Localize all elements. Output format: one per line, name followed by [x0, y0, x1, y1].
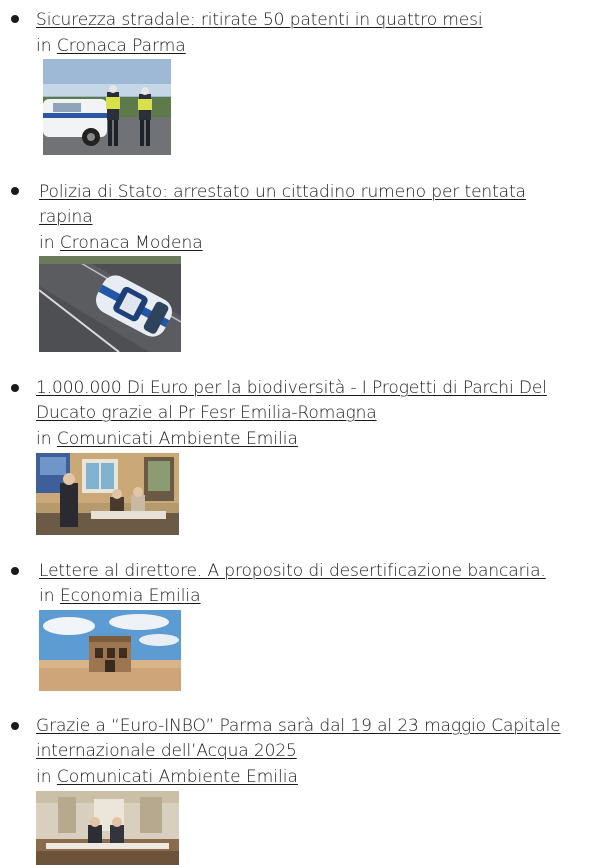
article-thumbnail[interactable]: [39, 256, 181, 352]
category-prefix: in: [36, 767, 52, 787]
category-link[interactable]: Cronaca Parma: [57, 36, 186, 56]
article-title: Lettere al direttore. A proposito di des…: [39, 559, 589, 584]
bullet: [11, 384, 19, 392]
article-category-line: in Cronaca Modena: [39, 231, 203, 256]
category-prefix: in: [36, 429, 52, 449]
category-link[interactable]: Comunicati Ambiente Emilia: [57, 429, 298, 449]
article-thumbnail[interactable]: [39, 610, 181, 691]
article-title-link[interactable]: Polizia di Stato: arrestato un cittadino…: [39, 182, 526, 227]
article-category-line: in Cronaca Parma: [36, 34, 186, 59]
category-link[interactable]: Cronaca Modena: [60, 233, 203, 253]
article-title: Polizia di Stato: arrestato un cittadino…: [39, 180, 569, 230]
category-prefix: in: [39, 233, 55, 253]
article-thumbnail[interactable]: [43, 59, 171, 155]
article-title: Grazie a “Euro-INBO” Parma sarà dal 19 a…: [36, 714, 588, 764]
article-title: 1.000.000 Di Euro per la biodiversità - …: [36, 376, 586, 426]
article-title-link[interactable]: Lettere al direttore. A proposito di des…: [39, 561, 546, 581]
article-title-link[interactable]: Grazie a “Euro-INBO” Parma sarà dal 19 a…: [36, 716, 561, 761]
category-prefix: in: [36, 36, 52, 56]
bullet: [11, 722, 19, 730]
bullet: [11, 567, 19, 575]
article-thumbnail[interactable]: [36, 791, 179, 865]
bullet: [11, 187, 19, 195]
category-link[interactable]: Comunicati Ambiente Emilia: [57, 767, 298, 787]
article-thumbnail[interactable]: [36, 453, 179, 535]
category-prefix: in: [39, 586, 55, 606]
article-title-link[interactable]: Sicurezza stradale: ritirate 50 patenti …: [36, 10, 483, 30]
article-category-line: in Comunicati Ambiente Emilia: [36, 427, 298, 452]
bullet: [11, 15, 19, 23]
article-title-link[interactable]: 1.000.000 Di Euro per la biodiversità - …: [36, 378, 547, 423]
article-title: Sicurezza stradale: ritirate 50 patenti …: [36, 8, 586, 33]
category-link[interactable]: Economia Emilia: [60, 586, 201, 606]
article-category-line: in Comunicati Ambiente Emilia: [36, 765, 298, 790]
article-category-line: in Economia Emilia: [39, 584, 201, 609]
